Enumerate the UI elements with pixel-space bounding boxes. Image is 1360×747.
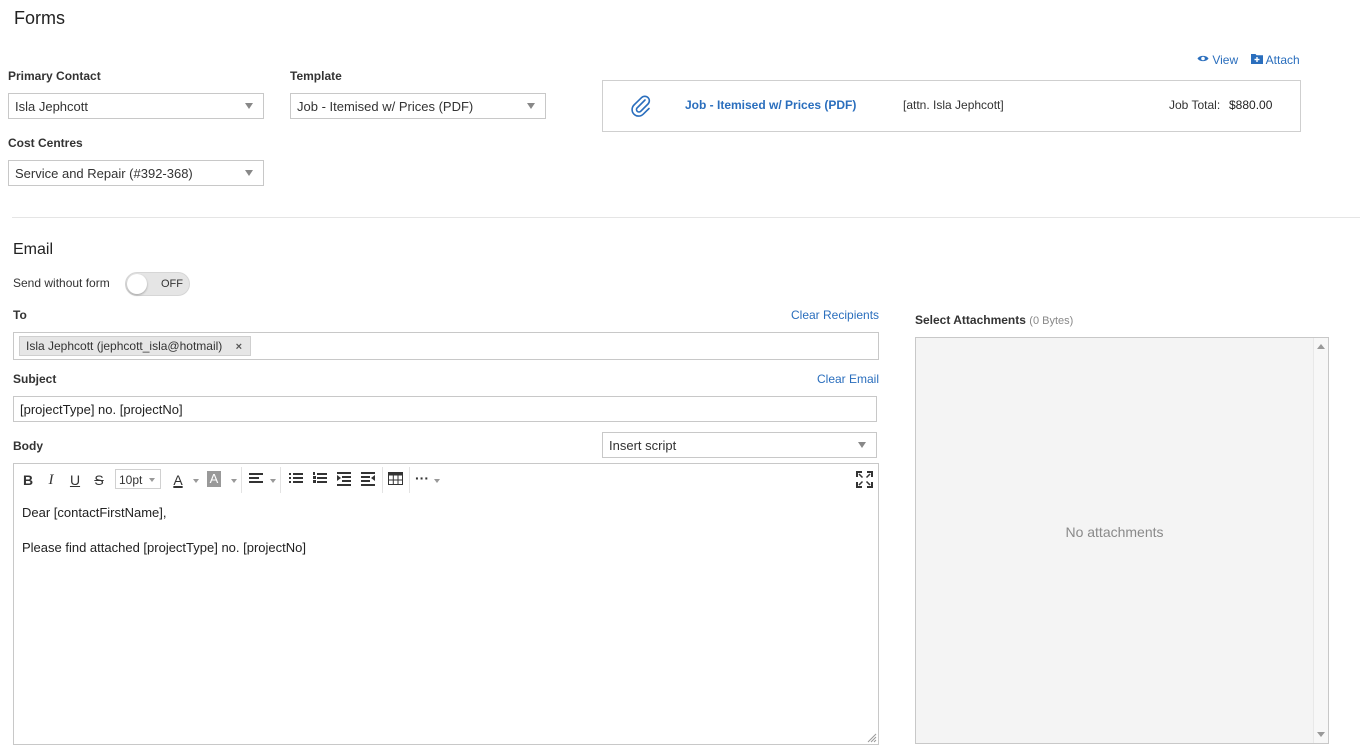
strikethrough-button[interactable]: S xyxy=(90,471,108,489)
cost-centres-value: Service and Repair (#392-368) xyxy=(15,166,193,181)
select-attachments-label: Select Attachments xyxy=(915,313,1026,327)
select-attachments-heading: Select Attachments (0 Bytes) xyxy=(915,313,1073,327)
job-total-label: Job Total: xyxy=(1169,98,1221,112)
insert-script-select[interactable]: Insert script xyxy=(602,432,877,458)
insert-script-value: Insert script xyxy=(609,438,677,453)
view-label: View xyxy=(1212,53,1239,67)
attach-link[interactable]: Attach xyxy=(1251,53,1300,67)
chevron-down-icon xyxy=(245,170,253,176)
toolbar-divider xyxy=(241,467,242,493)
job-total-value: $880.00 xyxy=(1229,98,1273,112)
chevron-down-icon xyxy=(245,103,253,109)
to-field[interactable]: Isla Jephcott (jephcott_isla@hotmail) × xyxy=(13,332,879,360)
font-size-value: 10pt xyxy=(119,473,143,487)
primary-contact-label: Primary Contact xyxy=(8,69,101,83)
to-label: To xyxy=(13,308,27,322)
outdent-icon[interactable] xyxy=(361,472,377,486)
template-value: Job - Itemised w/ Prices (PDF) xyxy=(297,99,474,114)
attachments-scrollbar[interactable] xyxy=(1313,338,1328,743)
text-color-button[interactable]: A xyxy=(169,471,187,489)
bullet-list-icon[interactable] xyxy=(289,472,305,486)
attention-text: [attn. Isla Jephcott] xyxy=(903,98,1004,112)
paperclip-icon xyxy=(631,95,651,117)
cost-centres-label: Cost Centres xyxy=(8,136,83,150)
recipient-chip-label: Isla Jephcott (jephcott_isla@hotmail) xyxy=(26,339,223,353)
clear-email-link[interactable]: Clear Email xyxy=(817,372,879,386)
clear-recipients-link[interactable]: Clear Recipients xyxy=(791,308,879,322)
underline-button[interactable]: U xyxy=(66,471,84,489)
send-without-form-toggle[interactable]: OFF xyxy=(125,272,190,296)
align-left-icon[interactable] xyxy=(249,472,265,486)
attachments-list[interactable]: No attachments xyxy=(915,337,1329,744)
folder-plus-icon xyxy=(1251,54,1263,64)
scroll-down-icon[interactable] xyxy=(1317,732,1325,737)
subject-input[interactable]: [projectType] no. [projectNo] xyxy=(13,396,877,422)
email-body-editor[interactable]: Dear [contactFirstName], Please find att… xyxy=(13,495,879,745)
page-title: Forms xyxy=(14,8,65,28)
toolbar-divider xyxy=(382,467,383,493)
send-without-form-label: Send without form xyxy=(13,276,110,290)
scroll-up-icon[interactable] xyxy=(1317,344,1325,349)
chevron-down-icon xyxy=(149,478,155,482)
indent-icon[interactable] xyxy=(337,472,353,486)
toggle-state: OFF xyxy=(161,278,183,290)
chevron-down-icon xyxy=(270,479,276,483)
chevron-down-icon xyxy=(231,479,237,483)
cost-centres-select[interactable]: Service and Repair (#392-368) xyxy=(8,160,264,186)
chevron-down-icon xyxy=(858,442,866,448)
remove-recipient-button[interactable]: × xyxy=(236,341,242,353)
eye-icon xyxy=(1197,55,1209,62)
template-select[interactable]: Job - Itemised w/ Prices (PDF) xyxy=(290,93,546,119)
subject-value: [projectType] no. [projectNo] xyxy=(20,402,183,417)
highlight-color-button[interactable]: A xyxy=(207,471,221,487)
view-link[interactable]: View xyxy=(1197,53,1238,67)
template-label: Template xyxy=(290,69,342,83)
italic-button[interactable]: I xyxy=(42,471,60,489)
email-heading: Email xyxy=(13,241,54,258)
attachments-size: (0 Bytes) xyxy=(1029,315,1074,327)
toggle-knob xyxy=(127,274,147,294)
chevron-down-icon xyxy=(434,479,440,483)
font-size-select[interactable]: 10pt xyxy=(115,469,161,489)
form-file-link[interactable]: Job - Itemised w/ Prices (PDF) xyxy=(685,98,856,112)
fullscreen-icon[interactable] xyxy=(856,471,873,488)
form-attachment-card: Job - Itemised w/ Prices (PDF) [attn. Is… xyxy=(602,80,1301,132)
numbered-list-icon[interactable] xyxy=(313,472,329,486)
resize-handle-icon[interactable] xyxy=(867,733,877,743)
primary-contact-select[interactable]: Isla Jephcott xyxy=(8,93,264,119)
section-divider xyxy=(12,217,1360,218)
chevron-down-icon xyxy=(193,479,199,483)
recipient-chip: Isla Jephcott (jephcott_isla@hotmail) × xyxy=(19,336,252,356)
bold-button[interactable]: B xyxy=(19,471,37,489)
toolbar-divider xyxy=(409,467,410,493)
attach-label: Attach xyxy=(1265,53,1300,67)
chevron-down-icon xyxy=(527,103,535,109)
table-icon[interactable] xyxy=(388,472,404,486)
body-line-message: Please find attached [projectType] no. [… xyxy=(22,540,307,555)
subject-label: Subject xyxy=(13,372,57,386)
more-options-button[interactable]: ··· xyxy=(413,469,431,487)
body-label: Body xyxy=(13,439,43,453)
toolbar-divider xyxy=(280,467,281,493)
no-attachments-text: No attachments xyxy=(1065,524,1164,540)
body-line-greeting: Dear [contactFirstName], xyxy=(22,505,167,520)
editor-toolbar: B I U S 10pt A A ··· xyxy=(13,463,879,496)
primary-contact-value: Isla Jephcott xyxy=(15,99,88,114)
